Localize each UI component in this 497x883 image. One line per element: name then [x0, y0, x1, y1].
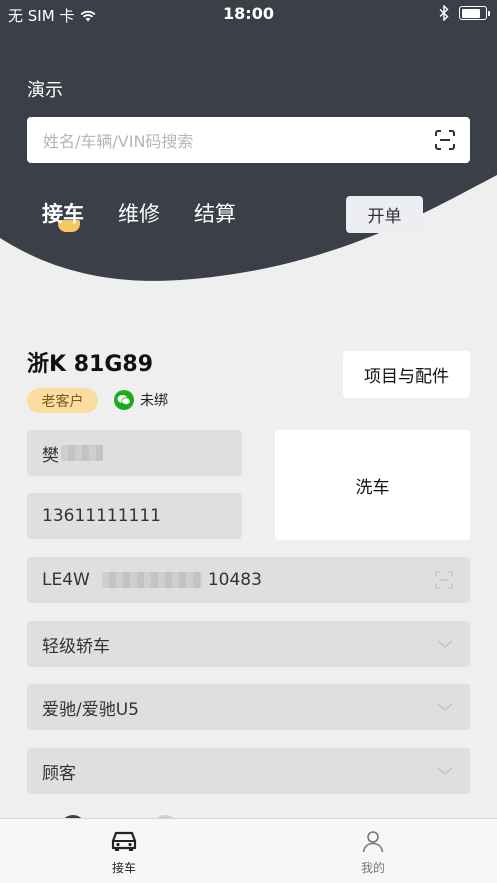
bluetooth-icon	[439, 5, 449, 21]
items-parts-button[interactable]: 项目与配件	[343, 351, 470, 398]
customer-type-select[interactable]: 顾客	[27, 748, 470, 794]
vin-suffix: 10483	[207, 570, 262, 590]
car-icon	[111, 831, 137, 851]
scan-icon[interactable]	[434, 129, 456, 151]
wechat-status: 未绑	[140, 393, 168, 409]
bottom-tab-mine-label: 我的	[360, 861, 385, 875]
store-title: 演示	[27, 80, 63, 101]
bottom-tab-bar: 接车 我的	[0, 818, 497, 883]
customer-type-value: 顾客	[42, 763, 76, 784]
bottom-tab-pickup[interactable]: 接车	[84, 829, 164, 876]
tab-settlement-label: 结算	[194, 202, 236, 226]
tab-repair-label: 维修	[118, 202, 160, 226]
chevron-down-icon	[437, 640, 453, 649]
vehicle-model-value: 爱驰/爱驰U5	[42, 699, 139, 720]
person-icon	[362, 831, 384, 853]
vin-field[interactable]: LE4W 10483	[27, 557, 470, 603]
wash-service-tile[interactable]: 洗车	[275, 430, 470, 540]
status-bar: 无 SIM 卡 18:00	[0, 0, 497, 28]
clock: 18:00	[223, 4, 274, 23]
wechat-binding[interactable]: 未绑	[114, 390, 168, 410]
bottom-tab-mine[interactable]: 我的	[333, 829, 413, 876]
customer-badge: 老客户	[27, 388, 98, 413]
phone-value: 13611111111	[42, 506, 161, 526]
chevron-down-icon	[437, 703, 453, 712]
battery-icon	[459, 6, 490, 20]
tab-repair[interactable]: 维修	[118, 198, 160, 236]
wechat-icon	[114, 390, 134, 410]
customer-name-prefix: 樊	[42, 445, 59, 466]
tab-pickup-label: 接车	[42, 202, 84, 226]
chevron-down-icon	[437, 767, 453, 776]
open-order-button[interactable]: 开单	[346, 196, 423, 233]
redacted-vin	[101, 572, 202, 588]
customer-name-field[interactable]: 樊	[27, 430, 242, 476]
search-box[interactable]	[27, 117, 470, 165]
phone-field[interactable]: 13611111111	[27, 493, 242, 539]
tab-settlement[interactable]: 结算	[194, 198, 236, 236]
vehicle-model-select[interactable]: 爱驰/爱驰U5	[27, 684, 470, 730]
redacted-name	[61, 445, 103, 461]
vehicle-type-value: 轻级轿车	[42, 636, 110, 657]
vin-scan-icon[interactable]	[434, 570, 454, 590]
workflow-tabs: 接车 维修 结算	[42, 198, 236, 236]
license-plate: 浙K 81G89	[27, 352, 153, 377]
vin-prefix: LE4W	[42, 570, 90, 590]
search-input[interactable]	[41, 117, 415, 165]
tab-pickup[interactable]: 接车	[42, 198, 84, 236]
bottom-tab-pickup-label: 接车	[111, 861, 136, 875]
vehicle-type-select[interactable]: 轻级轿车	[27, 621, 470, 667]
